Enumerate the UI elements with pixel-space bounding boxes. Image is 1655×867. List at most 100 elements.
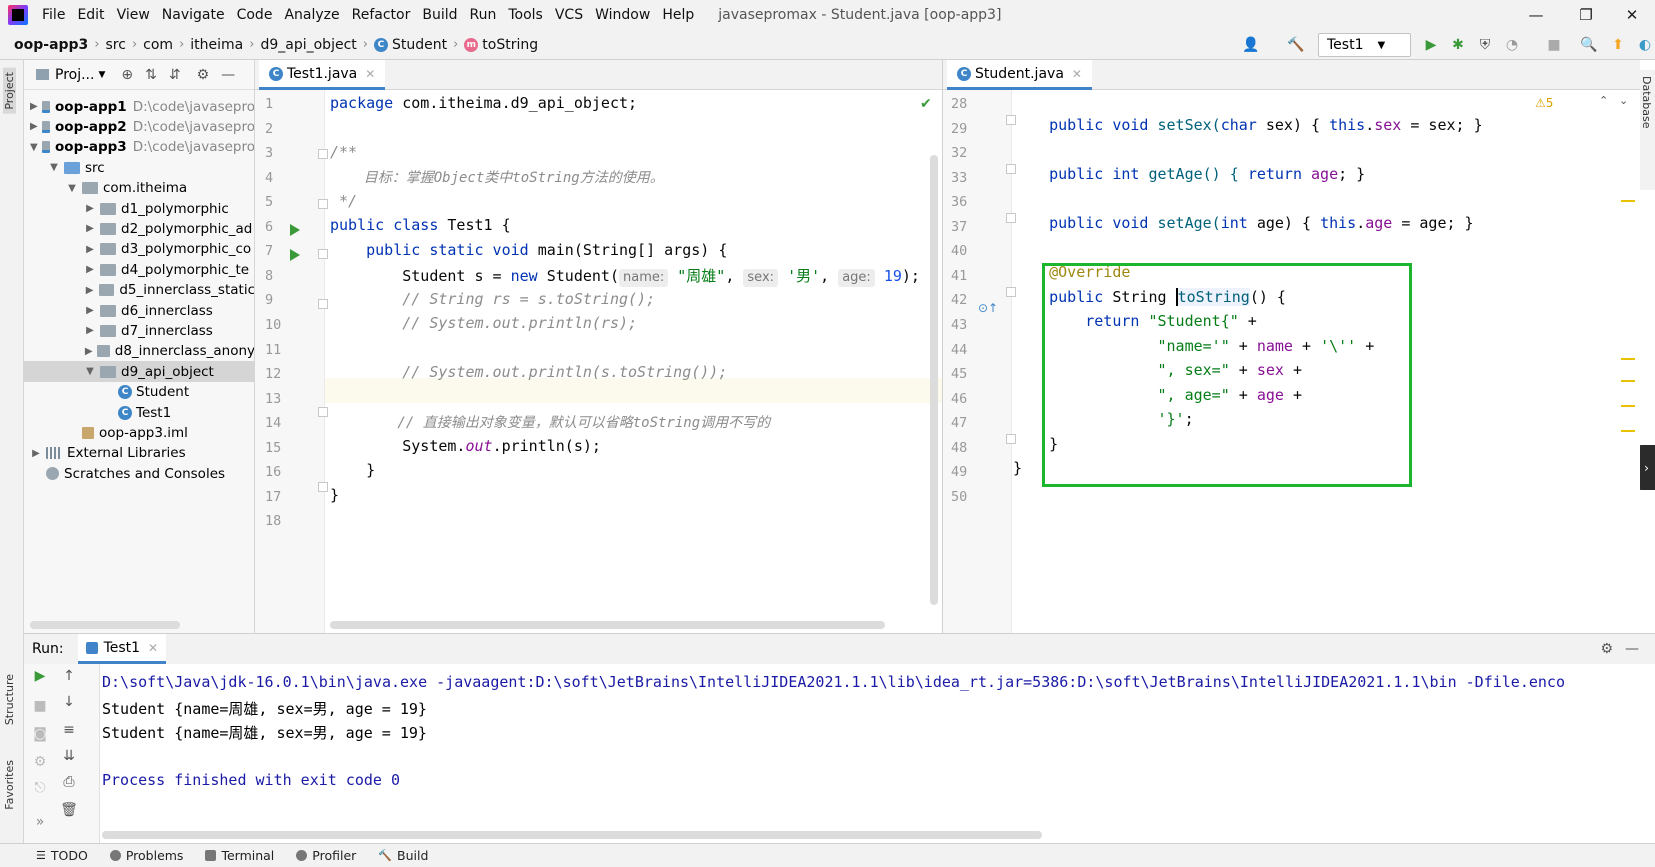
update-icon[interactable]: ⬆ <box>1609 36 1627 54</box>
tree-item[interactable]: C Student <box>24 382 254 403</box>
run-class-icon[interactable] <box>290 224 300 236</box>
tree-item[interactable]: ▶ d3_polymorphic_co <box>24 239 254 260</box>
breadcrumb-class[interactable]: C Student <box>373 37 447 53</box>
build-tool-button[interactable]: 🔨 Build <box>378 848 428 863</box>
menu-file[interactable]: File <box>36 0 71 30</box>
tree-item[interactable]: ▶ d8_innerclass_anony <box>24 341 254 362</box>
warning-count[interactable]: ⚠5 <box>1535 96 1553 110</box>
stop-icon[interactable]: ■ <box>32 698 48 714</box>
run-icon[interactable]: ▶ <box>1422 36 1440 54</box>
profiler-tool-button[interactable]: Profiler <box>296 848 356 863</box>
breadcrumb-com[interactable]: com <box>143 37 173 53</box>
database-tool-tab[interactable]: Database <box>1640 76 1653 129</box>
tree-item[interactable]: ▼ d9_api_object <box>24 361 254 383</box>
menu-refactor[interactable]: Refactor <box>346 0 417 30</box>
fold-marker-icon[interactable] <box>318 407 328 417</box>
tree-item[interactable]: oop-app3.iml <box>24 422 254 443</box>
maximize-button[interactable]: ❐ <box>1563 0 1609 30</box>
breadcrumb-package[interactable]: d9_api_object <box>260 37 356 53</box>
gear-icon[interactable]: ⚙ <box>1600 641 1613 657</box>
console-horizontal-scrollbar[interactable] <box>102 831 1042 839</box>
chevron-down-icon[interactable]: ▼ <box>30 142 38 153</box>
tree-horizontal-scrollbar[interactable] <box>30 621 180 629</box>
chevron-right-icon[interactable]: ▶ <box>84 203 96 214</box>
structure-tool-tab[interactable]: Structure <box>3 674 16 725</box>
error-stripe-mark[interactable] <box>1621 358 1635 360</box>
chevron-right-icon[interactable]: ▶ <box>84 244 96 255</box>
run-configuration-select[interactable]: Test1 ▼ <box>1318 33 1411 57</box>
menu-vcs[interactable]: VCS <box>549 0 589 30</box>
error-stripe-mark[interactable] <box>1621 380 1635 382</box>
menu-help[interactable]: Help <box>656 0 700 30</box>
fold-marker-icon[interactable] <box>318 149 328 159</box>
tree-item[interactable]: ▶ d7_innerclass <box>24 320 254 341</box>
tree-item[interactable]: ▶ d2_polymorphic_ad <box>24 218 254 239</box>
settings-icon[interactable]: ⚙ <box>32 754 48 770</box>
tree-item[interactable]: ▼ src <box>24 157 254 178</box>
scroll-up-icon[interactable]: ↑ <box>61 668 77 684</box>
gear-icon[interactable]: ⚙ <box>197 67 210 83</box>
scroll-down-icon[interactable]: ↓ <box>61 694 77 710</box>
chevron-down-icon[interactable]: ▼ <box>98 70 105 80</box>
error-stripe-mark[interactable] <box>1621 430 1635 432</box>
close-button[interactable]: ✕ <box>1609 0 1655 30</box>
collapse-all-icon[interactable]: ⇵ <box>169 67 181 83</box>
chevron-right-icon[interactable]: ▶ <box>84 285 95 296</box>
user-icon[interactable]: 👤 <box>1242 36 1260 54</box>
chevron-right-icon[interactable]: ▶ <box>30 121 38 132</box>
exit-icon[interactable]: ⎋ <box>32 780 48 796</box>
plugin-icon[interactable]: ◐ <box>1636 36 1654 54</box>
fold-marker-icon[interactable] <box>318 199 328 209</box>
trash-icon[interactable]: 🗑 <box>60 802 78 818</box>
fold-marker-icon[interactable] <box>318 299 328 309</box>
editor-test1[interactable]: C Test1.java ✕ 1 2 3 4 5 6 7 8 9 10 11 12 13 14 15 16 17 18… <box>255 60 942 633</box>
breadcrumb-src[interactable]: src <box>106 37 126 53</box>
menu-window[interactable]: Window <box>589 0 656 30</box>
tab-student-java[interactable]: C Student.java ✕ <box>947 60 1092 90</box>
tree-item[interactable]: Scratches and Consoles <box>24 463 254 484</box>
minimize-button[interactable]: — <box>1513 0 1559 30</box>
tree-item[interactable]: ▶ oop-app2 D:\code\javasepro <box>24 116 254 137</box>
menu-build[interactable]: Build <box>416 0 463 30</box>
favorites-tool-tab[interactable]: Favorites <box>3 760 16 810</box>
chevron-right-icon[interactable]: ▶ <box>30 101 38 112</box>
chevron-down-icon[interactable]: ▼ <box>66 183 78 194</box>
close-tab-icon[interactable]: ✕ <box>148 641 158 655</box>
chevron-right-icon[interactable]: ▶ <box>84 305 96 316</box>
todo-tool-button[interactable]: ☰ TODO <box>36 848 88 863</box>
debug-icon[interactable]: ✱ <box>1449 36 1467 54</box>
tree-item[interactable]: ▶ External Libraries <box>24 443 254 464</box>
tree-item[interactable]: ▼ oop-app3 D:\code\javasepro <box>24 137 254 158</box>
chevron-down-icon[interactable]: ▼ <box>48 162 60 173</box>
breadcrumb-module[interactable]: oop-app3 <box>14 37 88 53</box>
menu-code[interactable]: Code <box>231 0 279 30</box>
tree-item[interactable]: ▼ com.itheima <box>24 178 254 199</box>
tree-item[interactable]: ▶ d6_innerclass <box>24 300 254 321</box>
menu-view[interactable]: View <box>111 0 156 30</box>
override-marker-icon[interactable]: ⊙↑ <box>978 301 998 315</box>
breadcrumb-itheima[interactable]: itheima <box>190 37 243 53</box>
tree-item[interactable]: ▶ d5_innerclass_static <box>24 280 254 301</box>
terminal-tool-button[interactable]: Terminal <box>205 848 274 863</box>
tree-item[interactable]: ▶ oop-app1 D:\code\javasepro <box>24 96 254 117</box>
scroll-to-end-icon[interactable]: ⇊ <box>61 748 77 764</box>
menu-analyze[interactable]: Analyze <box>278 0 345 30</box>
tree-item[interactable]: ▶ d1_polymorphic <box>24 198 254 219</box>
menu-tools[interactable]: Tools <box>502 0 549 30</box>
menu-edit[interactable]: Edit <box>71 0 110 30</box>
profiler-icon[interactable]: ◔ <box>1503 36 1521 54</box>
editor-vertical-scrollbar[interactable] <box>930 155 938 605</box>
hide-panel-icon[interactable]: — <box>1625 641 1639 657</box>
tab-test1-java[interactable]: C Test1.java ✕ <box>259 60 386 90</box>
menu-run[interactable]: Run <box>464 0 503 30</box>
rerun-icon[interactable]: ▶ <box>32 668 48 684</box>
chevron-right-icon[interactable]: ▶ <box>84 325 96 336</box>
project-tool-tab[interactable]: Project <box>3 68 16 114</box>
fold-marker-icon[interactable] <box>318 249 328 259</box>
chevron-down-icon[interactable]: ⌄ <box>1619 94 1628 107</box>
hide-panel-icon[interactable]: — <box>221 67 235 83</box>
close-tab-icon[interactable]: ✕ <box>1072 67 1082 81</box>
print-icon[interactable]: ⎙ <box>61 774 77 790</box>
collapse-panel-handle[interactable]: › <box>1638 445 1655 490</box>
search-icon[interactable]: 🔍 <box>1580 36 1598 54</box>
